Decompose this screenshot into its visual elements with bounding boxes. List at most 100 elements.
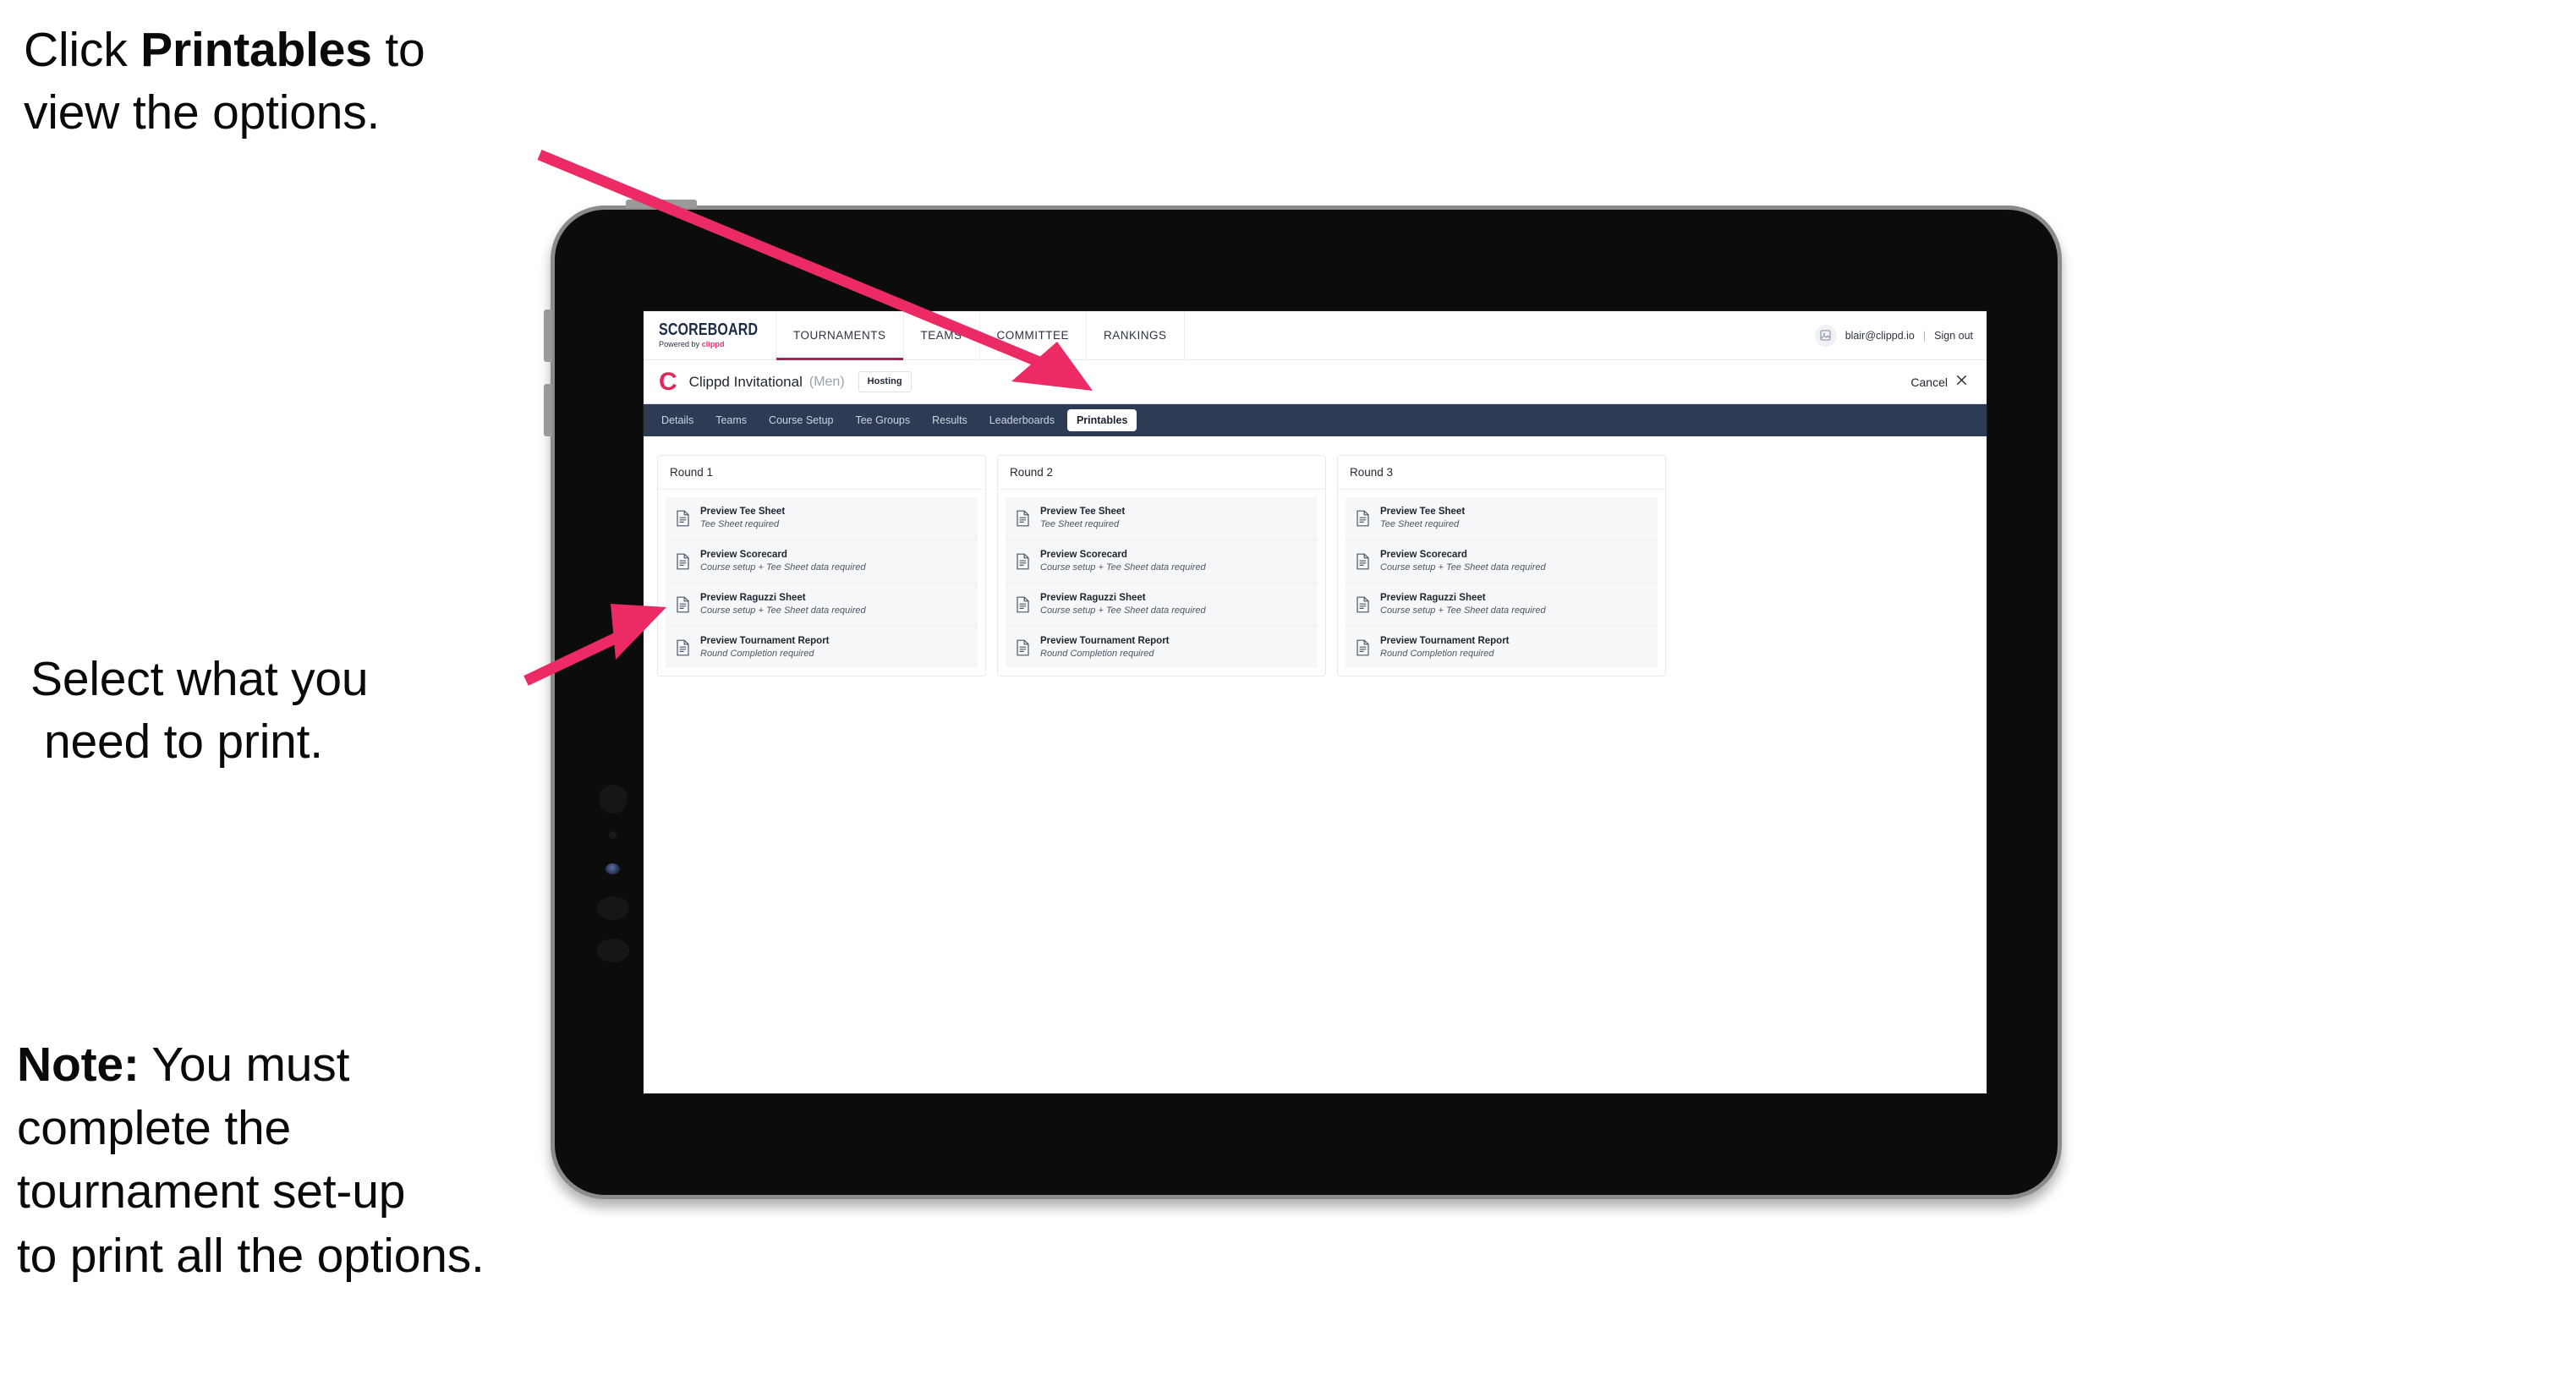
- printable-title: Preview Tournament Report: [700, 635, 830, 646]
- printable-item[interactable]: Preview Tournament Report Round Completi…: [1346, 626, 1658, 669]
- topnav-label-committee: COMMITTEE: [996, 329, 1070, 342]
- printable-subtitle: Course setup + Tee Sheet data required: [1040, 562, 1206, 573]
- callout-3-line4: to print all the options.: [17, 1228, 485, 1283]
- clippd-wordmark: clippd: [701, 340, 725, 350]
- printable-title: Preview Raguzzi Sheet: [1040, 592, 1146, 603]
- callout-2-line2: need to print.: [44, 715, 323, 770]
- printable-title: Preview Scorecard: [700, 549, 787, 560]
- microphone-icon: [609, 831, 617, 839]
- printable-item[interactable]: Preview Tee Sheet Tee Sheet required: [666, 497, 978, 540]
- round-card: Round 2 Preview Tee Sheet Tee Sheet requ…: [997, 455, 1326, 677]
- printable-item[interactable]: Preview Raguzzi Sheet Course setup + Tee…: [1006, 583, 1318, 627]
- tournament-tab-strip: Details Teams Course Setup Tee Groups Re…: [644, 404, 1987, 436]
- tab-label-course-setup: Course Setup: [769, 414, 834, 426]
- round-items: Preview Tee Sheet Tee Sheet required Pre…: [998, 490, 1325, 677]
- printable-subtitle: Tee Sheet required: [1040, 519, 1120, 530]
- topnav-label-rankings: RANKINGS: [1104, 329, 1167, 342]
- document-icon: [1356, 510, 1370, 527]
- volume-up-button[interactable]: [544, 310, 552, 362]
- document-icon: [1356, 596, 1370, 613]
- printable-item[interactable]: Preview Tournament Report Round Completi…: [666, 626, 978, 669]
- cancel-label: Cancel: [1910, 375, 1948, 389]
- callout-1-post: to: [371, 23, 425, 77]
- speaker-grille-icon-2: [597, 939, 629, 962]
- printable-item[interactable]: Preview Tournament Report Round Completi…: [1006, 626, 1318, 669]
- printable-subtitle: Course setup + Tee Sheet data required: [1380, 605, 1546, 616]
- tab-label-results: Results: [932, 414, 967, 426]
- cancel-button[interactable]: Cancel: [1910, 374, 1971, 390]
- round-title: Round 1: [658, 456, 985, 490]
- callout-2-line1: Select what you: [30, 652, 369, 706]
- document-icon: [676, 553, 690, 570]
- callout-select-what-to-print: Select what you need to print.: [30, 648, 589, 773]
- screenshot-canvas: Click Printables to view the options. Se…: [0, 0, 2576, 1386]
- document-icon: [676, 596, 690, 613]
- printable-item[interactable]: Preview Scorecard Course setup + Tee She…: [666, 540, 978, 583]
- power-button[interactable]: [626, 200, 697, 208]
- printable-subtitle: Course setup + Tee Sheet data required: [1040, 605, 1206, 616]
- volume-down-button[interactable]: [544, 384, 552, 436]
- user-separator: |: [1922, 329, 1927, 342]
- printable-item[interactable]: Preview Tee Sheet Tee Sheet required: [1346, 497, 1658, 540]
- topnav-label-teams: TEAMS: [920, 329, 962, 342]
- scoreboard-logo[interactable]: SCOREBOARD Powered by clippd: [644, 311, 776, 359]
- printable-item[interactable]: Preview Scorecard Course setup + Tee She…: [1006, 540, 1318, 583]
- callout-3-line3: tournament set-up: [17, 1164, 406, 1219]
- tab-details[interactable]: Details: [652, 409, 703, 432]
- topnav-label-tournaments: TOURNAMENTS: [793, 329, 886, 342]
- tab-teams[interactable]: Teams: [706, 409, 756, 432]
- printables-content: Round 1 Preview Tee Sheet Tee Sheet requ…: [644, 436, 1987, 677]
- tab-tee-groups[interactable]: Tee Groups: [846, 409, 919, 432]
- tab-results[interactable]: Results: [923, 409, 977, 432]
- speaker-grille-icon: [597, 896, 629, 920]
- printable-title: Preview Scorecard: [1040, 549, 1127, 560]
- tab-label-tee-groups: Tee Groups: [855, 414, 911, 426]
- tab-label-leaderboards: Leaderboards: [989, 414, 1055, 426]
- printable-subtitle: Tee Sheet required: [1380, 519, 1460, 530]
- document-icon: [1356, 553, 1370, 570]
- printable-title: Preview Tee Sheet: [1380, 507, 1466, 517]
- tab-printables[interactable]: Printables: [1066, 408, 1137, 432]
- tab-leaderboards[interactable]: Leaderboards: [980, 409, 1064, 432]
- close-icon: [1955, 374, 1968, 390]
- callout-click-printables: Click Printables to view the options.: [24, 19, 616, 144]
- tab-course-setup[interactable]: Course Setup: [759, 409, 842, 432]
- printable-subtitle: Round Completion required: [1380, 648, 1494, 659]
- document-icon: [676, 510, 690, 527]
- printable-subtitle: Tee Sheet required: [700, 519, 780, 530]
- powered-by-text: Powered by: [659, 340, 702, 350]
- printable-title: Preview Raguzzi Sheet: [700, 592, 806, 603]
- round-title: Round 3: [1338, 456, 1665, 490]
- printable-subtitle: Course setup + Tee Sheet data required: [1380, 562, 1546, 573]
- callout-3-rest: You must: [139, 1038, 350, 1092]
- printable-title: Preview Tournament Report: [1040, 635, 1170, 646]
- printable-item[interactable]: Preview Scorecard Course setup + Tee She…: [1346, 540, 1658, 583]
- document-icon: [1016, 510, 1030, 527]
- printable-item[interactable]: Preview Raguzzi Sheet Course setup + Tee…: [1346, 583, 1658, 627]
- round-items: Preview Tee Sheet Tee Sheet required Pre…: [1338, 490, 1665, 677]
- user-avatar-icon[interactable]: [1814, 324, 1837, 347]
- printable-item[interactable]: Preview Raguzzi Sheet Course setup + Tee…: [666, 583, 978, 627]
- clippd-logo-icon: C: [659, 367, 677, 396]
- app-screen: SCOREBOARD Powered by clippd TOURNAMENTS…: [644, 311, 1987, 1093]
- document-icon: [1016, 596, 1030, 613]
- topnav-item-committee[interactable]: COMMITTEE: [980, 311, 1088, 359]
- topnav-item-teams[interactable]: TEAMS: [904, 311, 980, 359]
- printable-title: Preview Scorecard: [1380, 549, 1467, 560]
- callout-3-bold: Note:: [17, 1038, 140, 1092]
- top-navigation-bar: SCOREBOARD Powered by clippd TOURNAMENTS…: [644, 311, 1987, 360]
- topnav-item-rankings[interactable]: RANKINGS: [1087, 311, 1185, 359]
- round-card: Round 3 Preview Tee Sheet Tee Sheet requ…: [1337, 455, 1666, 677]
- topnav-item-tournaments[interactable]: TOURNAMENTS: [776, 311, 904, 360]
- callout-1-pre: Click: [24, 23, 141, 77]
- tablet-device-frame: SCOREBOARD Powered by clippd TOURNAMENTS…: [544, 200, 2062, 1199]
- tab-label-teams: Teams: [715, 414, 748, 426]
- printable-subtitle: Course setup + Tee Sheet data required: [700, 605, 866, 616]
- printable-title: Preview Raguzzi Sheet: [1380, 592, 1486, 603]
- printable-item[interactable]: Preview Tee Sheet Tee Sheet required: [1006, 497, 1318, 540]
- sign-out-link[interactable]: Sign out: [1934, 330, 1973, 342]
- printable-title: Preview Tee Sheet: [700, 507, 786, 517]
- user-account-area: blair@clippd.io | Sign out: [1808, 311, 1987, 359]
- printable-subtitle: Round Completion required: [1040, 648, 1154, 659]
- callout-1-bold: Printables: [140, 23, 372, 77]
